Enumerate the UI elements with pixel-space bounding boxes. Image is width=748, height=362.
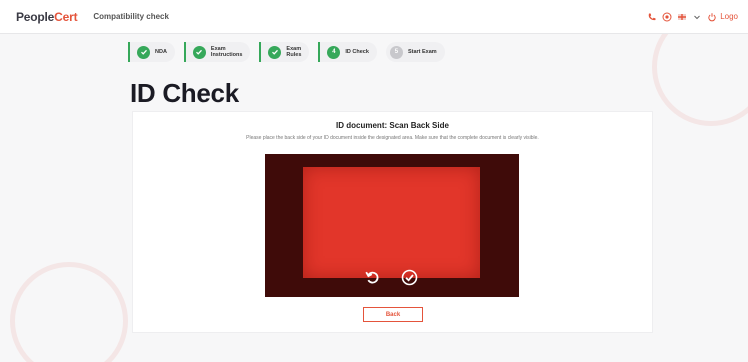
step-id-check: 4 ID Check [318,42,377,62]
step-nda: NDA [128,42,175,62]
power-icon [707,12,717,22]
step-label: Exam Instructions [210,45,243,59]
page-title: ID Check [130,78,239,108]
help-icon[interactable] [662,12,672,22]
progress-stepper: NDA Exam Instructions Exam Rules 4 ID Chec… [128,42,445,62]
card-title: ID document: Scan Back Side [336,121,449,130]
top-right-controls: Logo [647,12,738,22]
rotate-ccw-icon [365,271,379,284]
brand-logo[interactable]: PeopleCert [16,10,78,24]
app-title: Compatibility check [93,12,169,21]
back-button[interactable]: Back [363,307,423,322]
logout-label: Logo [720,12,738,21]
confirm-button[interactable] [401,269,418,286]
id-scan-card: ID document: Scan Back Side Please place… [133,112,652,332]
step-number: 4 [327,45,341,59]
logout-button[interactable]: Logo [707,12,738,22]
step-exam-rules: Exam Rules [259,42,310,62]
top-bar: PeopleCert Compatibility check Logo [0,0,748,34]
card-instruction: Please place the back side of your ID do… [246,135,539,141]
check-circle-icon [401,269,418,286]
chevron-down-icon[interactable] [692,12,702,22]
retake-button[interactable] [364,269,381,286]
phone-icon[interactable] [647,12,657,22]
step-exam-instructions: Exam Instructions [183,42,251,62]
check-icon [137,45,150,59]
camera-preview [265,154,519,297]
check-icon [268,45,282,59]
step-label: Start Exam [407,48,437,55]
step-start-exam: 5 Start Exam [385,42,445,62]
language-flag-icon[interactable] [677,12,687,22]
scan-area-frame [303,167,480,278]
step-label: Exam Rules [286,45,302,59]
check-icon [192,45,206,59]
step-number: 5 [389,45,403,59]
step-label: NDA [155,48,167,55]
step-label: ID Check [345,48,369,55]
watermark-stamp-bottom [10,262,128,362]
